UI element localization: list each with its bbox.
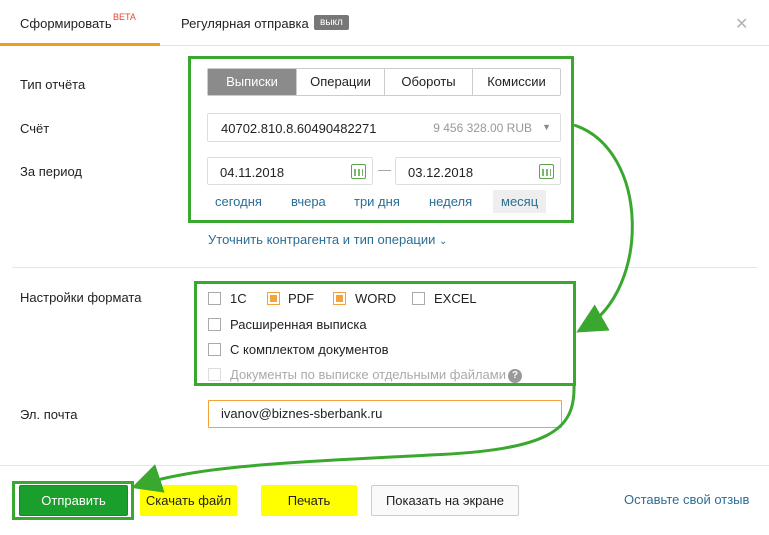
- annotation-arrows: [131, 123, 634, 493]
- annotation-arrow-format-to-send: [131, 385, 576, 493]
- annotation-arrow-period-to-format: [573, 123, 634, 333]
